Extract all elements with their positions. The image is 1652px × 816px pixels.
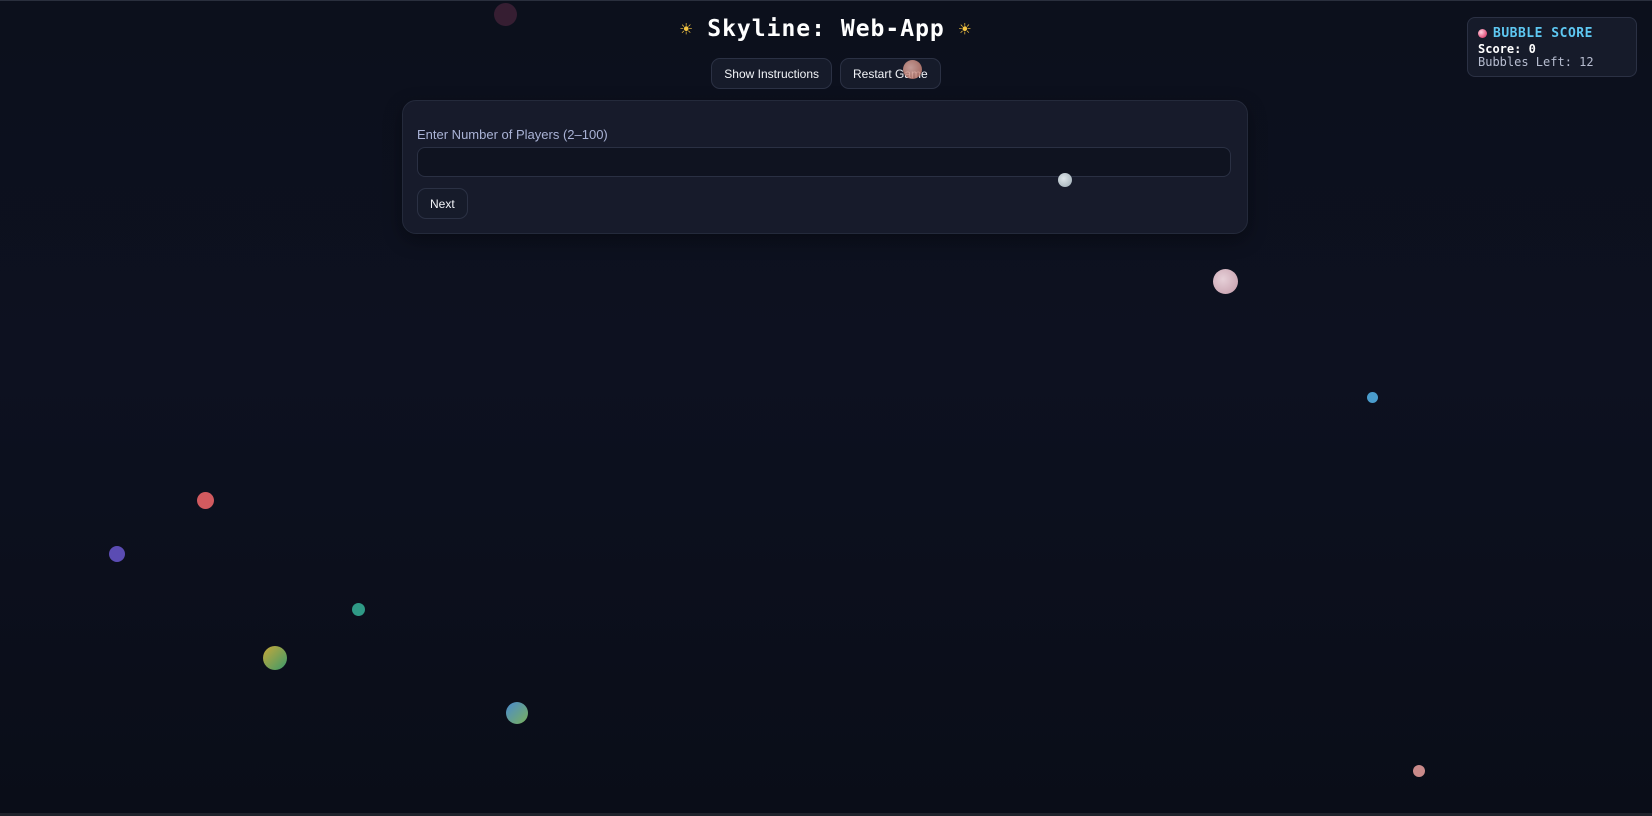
bubble[interactable] <box>494 3 517 26</box>
bubble[interactable] <box>506 702 528 724</box>
bubble[interactable] <box>1413 765 1425 777</box>
bubble[interactable] <box>1367 392 1378 403</box>
toolbar: Show Instructions Restart Game <box>0 58 1652 89</box>
restart-game-button[interactable]: Restart Game <box>840 58 941 89</box>
players-label: Enter Number of Players (2–100) <box>417 127 608 142</box>
bubble[interactable] <box>1058 173 1072 187</box>
score-panel-title: BUBBLE SCORE <box>1493 26 1593 41</box>
bubbles-left-value: Bubbles Left: 12 <box>1478 55 1594 69</box>
window-top-edge <box>0 0 1652 1</box>
bubble[interactable] <box>263 646 287 670</box>
bubble[interactable] <box>109 546 125 562</box>
bubble[interactable] <box>903 60 922 79</box>
next-button[interactable]: Next <box>417 188 468 219</box>
show-instructions-button[interactable]: Show Instructions <box>711 58 832 89</box>
bubble[interactable] <box>352 603 365 616</box>
players-count-input[interactable] <box>417 147 1231 177</box>
bubble[interactable] <box>197 492 214 509</box>
score-panel-header: BUBBLE SCORE <box>1478 25 1626 42</box>
bubble-icon <box>1478 29 1487 38</box>
player-setup-card: Enter Number of Players (2–100) Next <box>402 100 1248 234</box>
page-title: ☀ Skyline: Web-App ☀ <box>0 16 1652 42</box>
app-title: Skyline: Web-App <box>707 16 945 42</box>
bubble-score-panel: BUBBLE SCORE Score: 0 Bubbles Left: 12 <box>1467 17 1637 77</box>
score-value: Score: 0 <box>1478 42 1536 56</box>
sun-icon: ☀ <box>680 17 694 41</box>
bubble[interactable] <box>1213 269 1238 294</box>
sun-icon: ☀ <box>958 17 972 41</box>
